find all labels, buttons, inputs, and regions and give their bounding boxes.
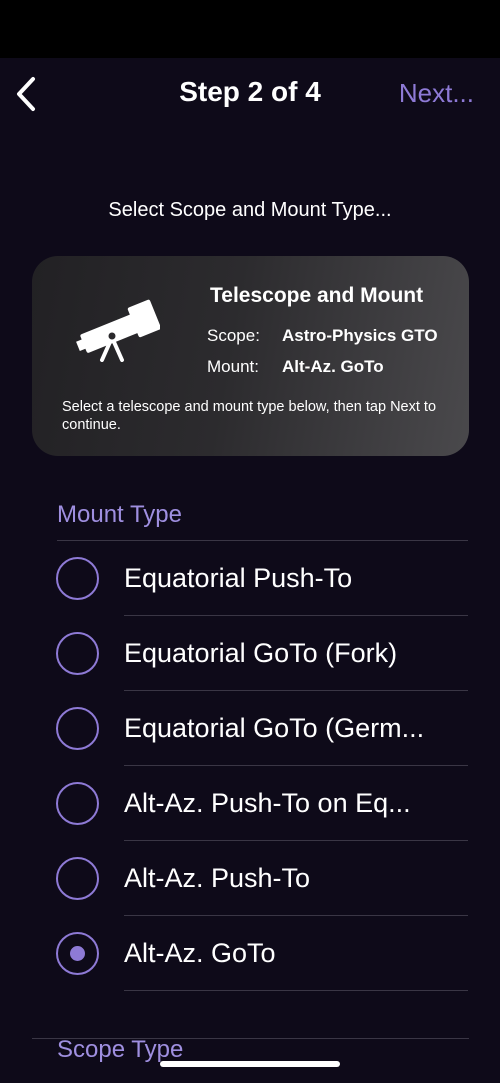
- mount-value: Alt-Az. GoTo: [282, 357, 384, 376]
- mount-option[interactable]: Alt-Az. GoTo: [0, 916, 500, 991]
- status-bar: [0, 0, 500, 58]
- card-title: Telescope and Mount: [210, 284, 424, 307]
- next-button[interactable]: Next...: [399, 78, 474, 109]
- telescope-icon: [76, 299, 160, 362]
- mount-option[interactable]: Equatorial GoTo (Fork): [0, 616, 500, 691]
- mount-type-header: Mount Type: [57, 501, 182, 528]
- summary-card: Telescope and Mount Scope: Astro-Physics …: [32, 256, 469, 456]
- mount-label: Mount:: [207, 357, 259, 376]
- card-hint: Select a telescope and mount type below,…: [62, 399, 437, 433]
- mount-option-label: Alt-Az. Push-To on Eq...: [124, 788, 411, 818]
- radio-selected-icon[interactable]: [56, 932, 99, 975]
- scope-value: Astro-Physics GTO: [282, 326, 438, 345]
- divider: [124, 990, 468, 991]
- mount-option-label: Equatorial Push-To: [124, 563, 353, 593]
- radio-unselected-icon[interactable]: [56, 632, 99, 675]
- scope-row: Scope: Astro-Physics GTO: [207, 326, 438, 346]
- instruction-text: Select Scope and Mount Type...: [108, 199, 392, 221]
- mount-option-label: Alt-Az. Push-To: [124, 863, 311, 893]
- mount-option[interactable]: Alt-Az. Push-To on Eq...: [0, 766, 500, 841]
- scope-type-header: Scope Type: [57, 1036, 184, 1063]
- mount-option-label: Equatorial GoTo (Germ...: [124, 713, 425, 743]
- mount-option[interactable]: Equatorial Push-To: [0, 541, 500, 616]
- home-indicator: [160, 1061, 340, 1067]
- mount-option-label: Alt-Az. GoTo: [124, 938, 276, 968]
- radio-dot-icon: [70, 946, 85, 961]
- radio-unselected-icon[interactable]: [56, 557, 99, 600]
- radio-unselected-icon[interactable]: [56, 707, 99, 750]
- mount-option-label: Equatorial GoTo (Fork): [124, 638, 398, 668]
- radio-unselected-icon[interactable]: [56, 782, 99, 825]
- scope-label: Scope:: [207, 326, 260, 345]
- radio-unselected-icon[interactable]: [56, 857, 99, 900]
- navigation-bar: Step 2 of 4 Next...: [0, 58, 500, 130]
- mount-option[interactable]: Equatorial GoTo (Germ...: [0, 691, 500, 766]
- mount-row: Mount: Alt-Az. GoTo: [207, 357, 384, 377]
- mount-option[interactable]: Alt-Az. Push-To: [0, 841, 500, 916]
